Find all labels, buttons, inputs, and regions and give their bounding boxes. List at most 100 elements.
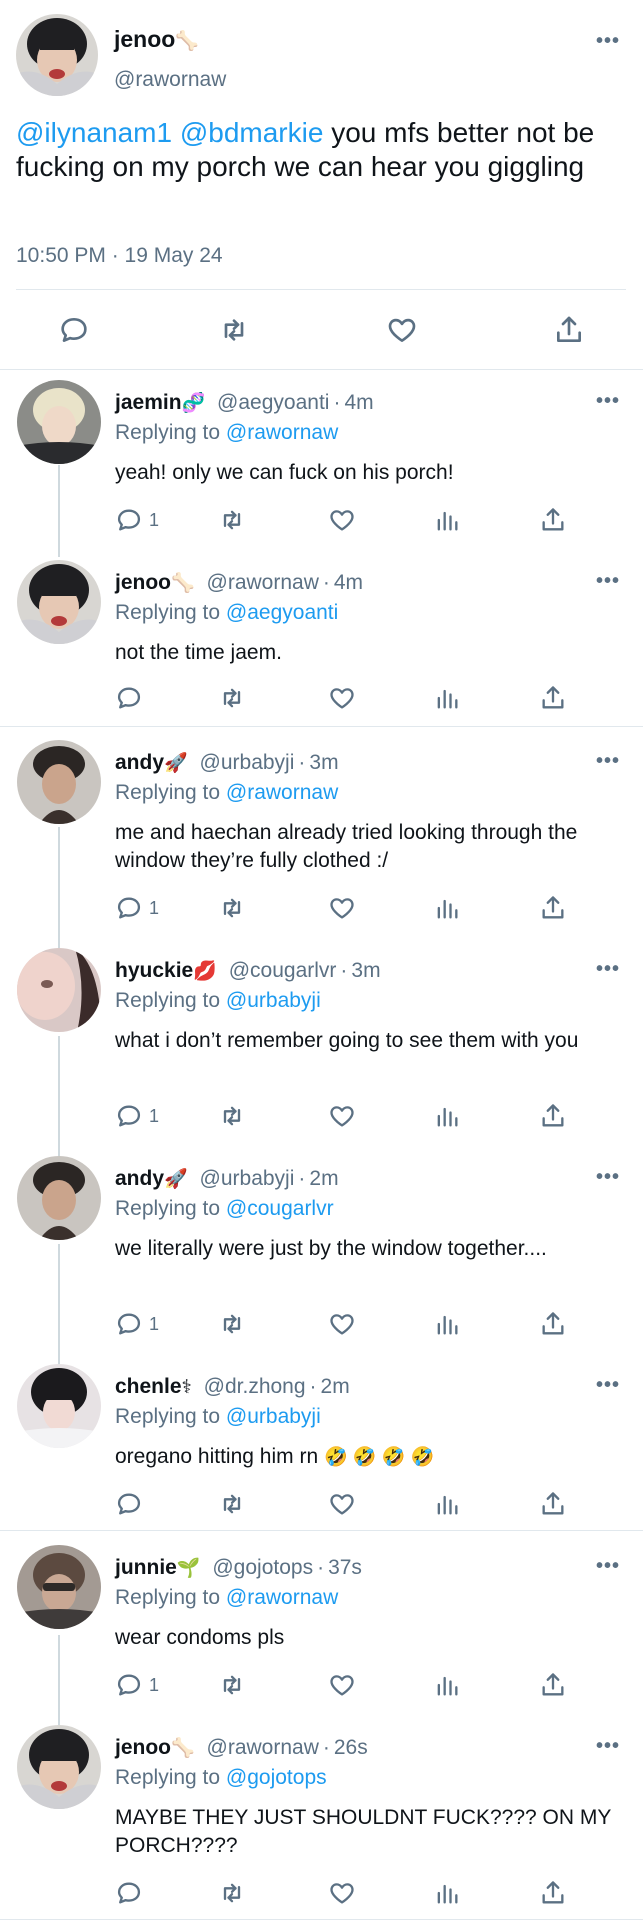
avatar[interactable] xyxy=(17,380,101,464)
retweet-icon[interactable] xyxy=(218,684,246,712)
share-icon[interactable] xyxy=(553,314,585,346)
like-icon[interactable] xyxy=(328,1310,356,1338)
author-name[interactable]: jenoo xyxy=(115,1736,171,1759)
more-options-icon[interactable]: ••• xyxy=(596,958,620,981)
like-icon[interactable] xyxy=(386,314,418,346)
analytics-icon[interactable] xyxy=(433,1879,461,1907)
reply-time[interactable]: 4m xyxy=(344,391,373,414)
like-icon[interactable] xyxy=(328,894,356,922)
author-handle[interactable]: @rawornaw xyxy=(114,68,226,92)
more-options-icon[interactable]: ••• xyxy=(596,570,620,593)
mention-link[interactable]: @cougarlvr xyxy=(226,1197,334,1220)
mention-link[interactable]: @urbabyji xyxy=(226,989,321,1012)
like-icon[interactable] xyxy=(328,1102,356,1130)
share-icon[interactable] xyxy=(539,894,567,922)
author-handle[interactable]: @rawornaw xyxy=(207,1736,319,1759)
reply-icon[interactable] xyxy=(115,684,143,712)
more-options-icon[interactable]: ••• xyxy=(596,750,620,773)
reply-icon[interactable] xyxy=(115,1102,143,1130)
reply-icon[interactable] xyxy=(115,506,143,534)
reply-time[interactable]: 3m xyxy=(309,751,338,774)
reply-icon[interactable] xyxy=(115,1310,143,1338)
author-handle[interactable]: @aegyoanti xyxy=(217,391,329,414)
avatar[interactable] xyxy=(17,740,101,824)
reply-icon[interactable] xyxy=(115,1490,143,1518)
more-options-icon[interactable]: ••• xyxy=(596,30,620,53)
author-name[interactable]: jenoo xyxy=(115,571,171,594)
like-icon[interactable] xyxy=(328,506,356,534)
analytics-icon[interactable] xyxy=(433,506,461,534)
analytics-icon[interactable] xyxy=(433,894,461,922)
share-icon[interactable] xyxy=(539,1102,567,1130)
more-options-icon[interactable]: ••• xyxy=(596,390,620,413)
mention-link[interactable]: @gojotops xyxy=(226,1766,327,1789)
author-handle[interactable]: @urbabyji xyxy=(200,1167,295,1190)
retweet-icon[interactable] xyxy=(218,314,250,346)
avatar[interactable] xyxy=(17,948,101,1032)
retweet-icon[interactable] xyxy=(218,1879,246,1907)
author-name[interactable]: chenle xyxy=(115,1375,182,1398)
avatar[interactable] xyxy=(17,560,101,644)
author-name[interactable]: jenoo🦴 xyxy=(114,26,199,53)
reply-time[interactable]: 2m xyxy=(309,1167,338,1190)
mention-link[interactable]: @rawornaw xyxy=(226,421,338,444)
share-icon[interactable] xyxy=(539,1671,567,1699)
more-options-icon[interactable]: ••• xyxy=(596,1735,620,1758)
author-name[interactable]: andy xyxy=(115,751,164,774)
avatar[interactable] xyxy=(16,14,98,96)
retweet-icon[interactable] xyxy=(218,1310,246,1338)
reply-icon[interactable] xyxy=(115,1879,143,1907)
analytics-icon[interactable] xyxy=(433,1490,461,1518)
author-handle[interactable]: @dr.zhong xyxy=(204,1375,306,1398)
author-handle[interactable]: @urbabyji xyxy=(200,751,295,774)
author-handle[interactable]: @rawornaw xyxy=(207,571,319,594)
share-icon[interactable] xyxy=(539,506,567,534)
retweet-icon[interactable] xyxy=(218,1671,246,1699)
mention-link[interactable]: @rawornaw xyxy=(226,1586,338,1609)
analytics-icon[interactable] xyxy=(433,1310,461,1338)
reply-time[interactable]: 37s xyxy=(328,1556,362,1579)
reply-time[interactable]: 26s xyxy=(334,1736,368,1759)
tweet-timestamp[interactable]: 10:50 PM · 19 May 24 xyxy=(16,244,223,268)
reply-time[interactable]: 4m xyxy=(334,571,363,594)
share-icon[interactable] xyxy=(539,1310,567,1338)
author-handle[interactable]: @cougarlvr xyxy=(229,959,337,982)
share-icon[interactable] xyxy=(539,684,567,712)
more-options-icon[interactable]: ••• xyxy=(596,1374,620,1397)
retweet-icon[interactable] xyxy=(218,1490,246,1518)
like-icon[interactable] xyxy=(328,1490,356,1518)
mention-link[interactable]: @aegyoanti xyxy=(226,601,338,624)
separator-dot: · xyxy=(340,959,348,982)
reply-icon[interactable] xyxy=(115,894,143,922)
author-name[interactable]: hyuckie xyxy=(115,959,193,982)
avatar[interactable] xyxy=(17,1545,101,1629)
reply-icon[interactable] xyxy=(58,314,90,346)
mention-link[interactable]: @ilynanam1 xyxy=(16,117,172,148)
more-options-icon[interactable]: ••• xyxy=(596,1166,620,1189)
share-icon[interactable] xyxy=(539,1879,567,1907)
reply-icon[interactable] xyxy=(115,1671,143,1699)
like-icon[interactable] xyxy=(328,1879,356,1907)
mention-link[interactable]: @bdmarkie xyxy=(180,117,324,148)
share-icon[interactable] xyxy=(539,1490,567,1518)
more-options-icon[interactable]: ••• xyxy=(596,1555,620,1578)
like-icon[interactable] xyxy=(328,1671,356,1699)
avatar[interactable] xyxy=(17,1364,101,1448)
reply-time[interactable]: 3m xyxy=(351,959,380,982)
like-icon[interactable] xyxy=(328,684,356,712)
author-name[interactable]: jaemin xyxy=(115,391,182,414)
mention-link[interactable]: @urbabyji xyxy=(226,1405,321,1428)
mention-link[interactable]: @rawornaw xyxy=(226,781,338,804)
analytics-icon[interactable] xyxy=(433,684,461,712)
retweet-icon[interactable] xyxy=(218,894,246,922)
retweet-icon[interactable] xyxy=(218,506,246,534)
reply-time[interactable]: 2m xyxy=(321,1375,350,1398)
analytics-icon[interactable] xyxy=(433,1102,461,1130)
author-name[interactable]: junnie xyxy=(115,1556,177,1579)
avatar[interactable] xyxy=(17,1156,101,1240)
analytics-icon[interactable] xyxy=(433,1671,461,1699)
retweet-icon[interactable] xyxy=(218,1102,246,1130)
author-name[interactable]: andy xyxy=(115,1167,164,1190)
author-handle[interactable]: @gojotops xyxy=(212,1556,313,1579)
avatar[interactable] xyxy=(17,1725,101,1809)
